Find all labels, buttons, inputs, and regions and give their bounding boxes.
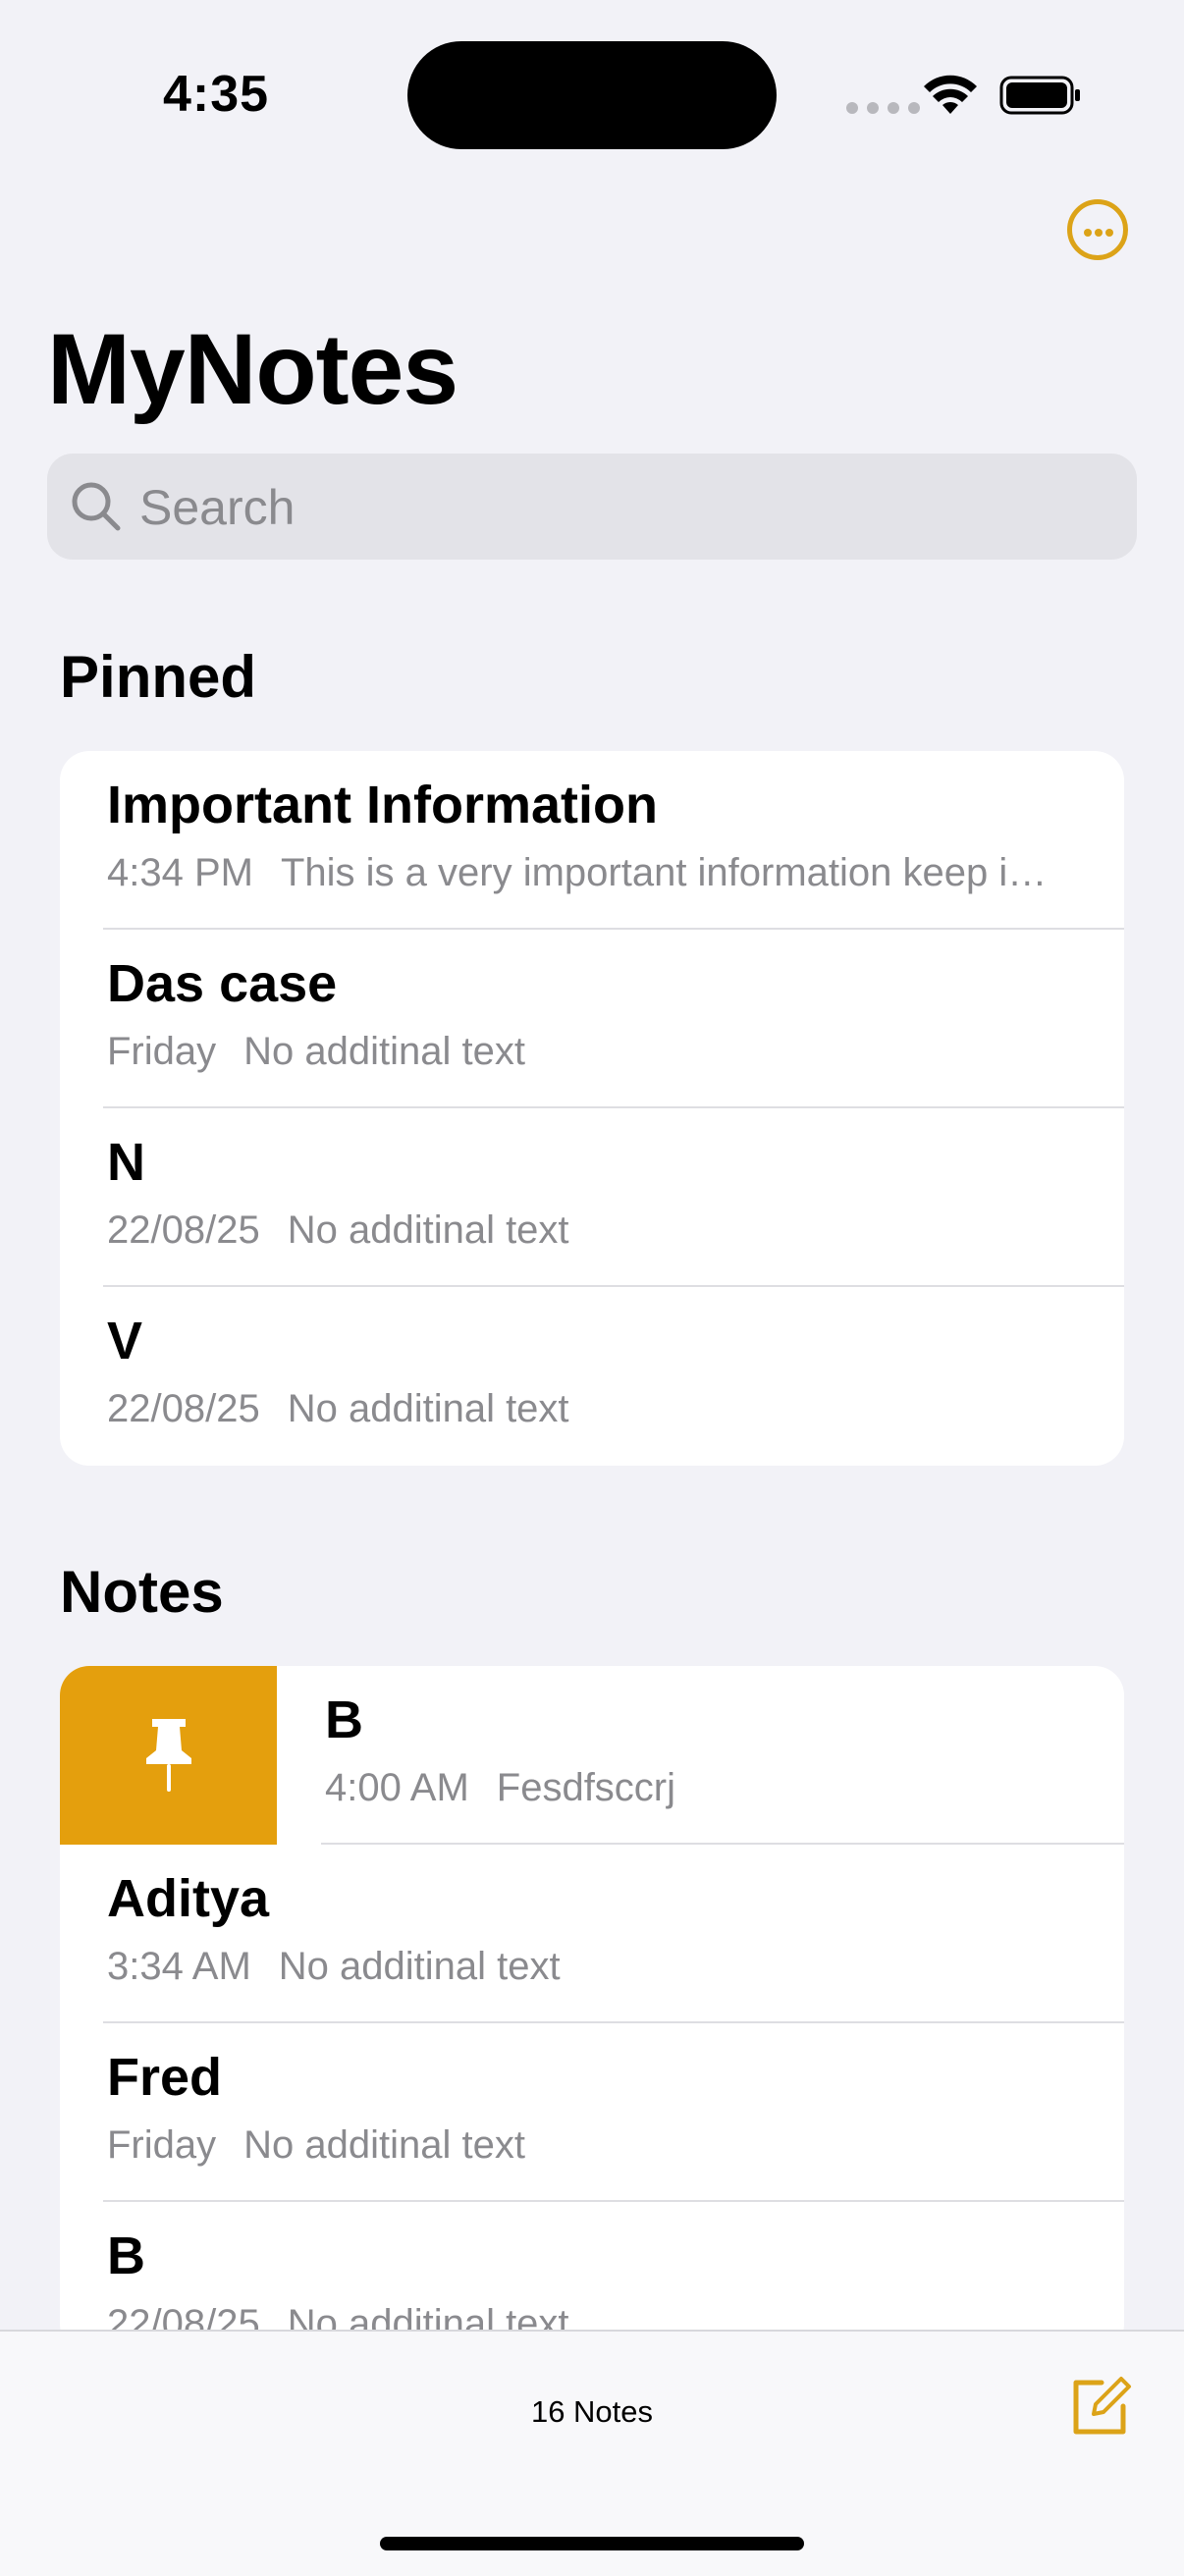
pinned-notes-list: Important Information 4:34 PM This is a v… — [60, 751, 1124, 1466]
note-date: 22/08/25 — [107, 1387, 260, 1430]
status-time: 4:35 — [163, 66, 270, 123]
note-meta: 22/08/25 No additinal text — [107, 1387, 1089, 1431]
note-preview: No additinal text — [243, 1030, 525, 1073]
note-title: N — [107, 1133, 145, 1192]
note-row[interactable]: Fred Friday No additinal text — [60, 2023, 1124, 2202]
note-title: Das case — [107, 954, 338, 1013]
wifi-icon — [924, 75, 977, 114]
search-input[interactable] — [137, 475, 1103, 540]
notes-list: B 4:00 AM Fesdfsccrj Aditya 3:34 AM No add… — [60, 1666, 1124, 2353]
signal-dots-icon — [846, 102, 920, 114]
note-date: Friday — [107, 1030, 217, 1073]
note-preview: This is a very important information kee… — [280, 851, 1048, 894]
note-title: Fred — [107, 2048, 223, 2107]
pin-icon — [146, 1719, 191, 1792]
note-preview: No additinal text — [287, 1208, 569, 1252]
note-row[interactable]: Das case Friday No additinal text — [60, 930, 1124, 1108]
note-meta: Friday No additinal text — [107, 1030, 1089, 1074]
note-title: Important Information — [107, 776, 658, 834]
pin-action-button[interactable] — [60, 1666, 277, 1845]
note-preview: Fesdfsccrj — [496, 1766, 676, 1809]
notes-section-heading: Notes — [60, 1559, 224, 1625]
note-title: B — [325, 1690, 363, 1749]
note-title: V — [107, 1312, 143, 1370]
more-options-button[interactable] — [1067, 199, 1128, 260]
note-title: Aditya — [107, 1869, 270, 1928]
note-title: B — [107, 2227, 145, 2285]
note-preview: No additinal text — [243, 2123, 525, 2167]
search-icon — [72, 482, 121, 531]
note-row[interactable]: Important Information 4:34 PM This is a v… — [60, 751, 1124, 930]
pinned-section-heading: Pinned — [60, 644, 257, 710]
page-title: MyNotes — [47, 313, 458, 425]
note-date: 4:34 PM — [107, 851, 253, 894]
note-meta: 3:34 AM No additinal text — [107, 1945, 1089, 1989]
note-meta: 4:34 PM This is a very important informat… — [107, 851, 1089, 895]
compose-icon[interactable] — [1068, 2375, 1133, 2440]
home-indicator[interactable] — [380, 2537, 804, 2550]
note-preview: No additinal text — [278, 1945, 561, 1988]
note-meta: 22/08/25 No additinal text — [107, 1208, 1089, 1253]
note-meta: 4:00 AM Fesdfsccrj — [325, 1766, 1124, 1810]
battery-icon — [999, 76, 1080, 115]
dynamic-island — [407, 41, 777, 149]
note-row[interactable]: N 22/08/25 No additinal text — [60, 1108, 1124, 1287]
note-row[interactable]: V 22/08/25 No additinal text — [60, 1287, 1124, 1466]
note-date: Friday — [107, 2123, 217, 2167]
note-meta: Friday No additinal text — [107, 2123, 1089, 2168]
note-date: 22/08/25 — [107, 1208, 260, 1252]
note-row[interactable]: B 4:00 AM Fesdfsccrj — [60, 1666, 1124, 1845]
note-preview: No additinal text — [287, 1387, 569, 1430]
note-date: 3:34 AM — [107, 1945, 251, 1988]
note-row[interactable]: Aditya 3:34 AM No additinal text — [60, 1845, 1124, 2023]
search-bar[interactable] — [47, 454, 1137, 560]
note-date: 4:00 AM — [325, 1766, 469, 1809]
note-count: 16 Notes — [530, 2394, 654, 2429]
